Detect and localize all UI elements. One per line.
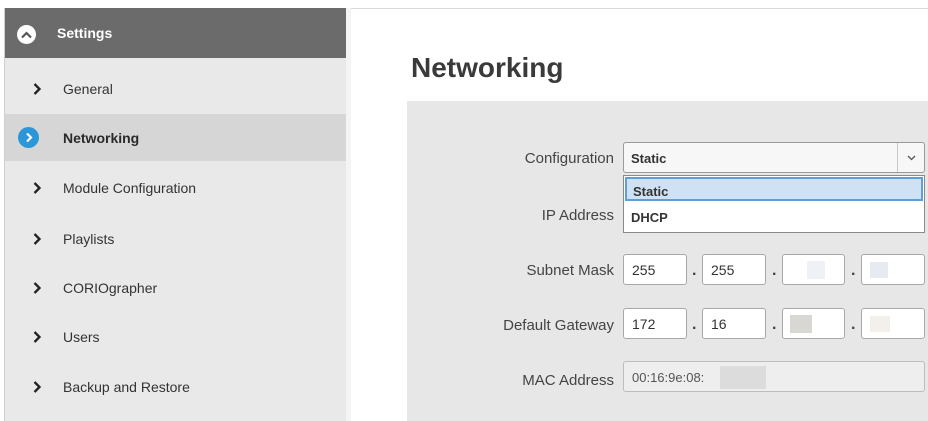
sidebar-item-label: Users	[63, 328, 100, 345]
sidebar-item-module-configuration[interactable]: Module Configuration	[5, 164, 346, 211]
chevron-up-circle-icon	[17, 25, 36, 44]
settings-sidebar: Settings General Networking Module Confi…	[5, 8, 346, 421]
sidebar-item-playlists[interactable]: Playlists	[5, 215, 346, 262]
sidebar-item-label: CORIOgrapher	[63, 279, 158, 296]
top-border	[351, 8, 928, 9]
gateway-octet-3-input[interactable]	[782, 308, 845, 339]
mac-address-label: MAC Address	[522, 372, 614, 389]
gateway-octet-4-input[interactable]	[861, 308, 925, 339]
chevron-right-icon	[31, 232, 43, 246]
sidebar-item-backup-and-restore[interactable]: Backup and Restore	[5, 363, 346, 410]
configuration-select-value: Static	[631, 151, 667, 166]
chevron-right-icon	[31, 281, 43, 295]
sidebar-item-users[interactable]: Users	[5, 313, 346, 360]
default-gateway-label: Default Gateway	[503, 317, 614, 334]
gateway-octet-2-input[interactable]: 16	[702, 308, 766, 339]
chevron-right-circle-icon	[18, 127, 39, 148]
octet-separator: .	[772, 262, 777, 279]
sidebar-item-label: Backup and Restore	[63, 378, 190, 395]
configuration-dropdown-list: Static DHCP	[623, 175, 925, 233]
sidebar-item-coriographer[interactable]: CORIOgrapher	[5, 264, 346, 311]
sidebar-item-label: Networking	[63, 129, 140, 146]
octet-separator: .	[772, 316, 777, 333]
dropdown-option-static[interactable]: Static	[625, 177, 923, 201]
sidebar-item-networking[interactable]: Networking	[5, 114, 346, 161]
chevron-right-icon	[31, 82, 43, 96]
subnet-mask-label: Subnet Mask	[526, 262, 614, 279]
chevron-down-icon[interactable]	[897, 143, 924, 172]
gateway-octet-1-input[interactable]: 172	[623, 308, 687, 339]
configuration-label: Configuration	[524, 150, 614, 167]
configuration-select[interactable]: Static	[623, 142, 925, 173]
subnet-octet-2-input[interactable]: 255	[702, 254, 766, 285]
sidebar-item-general[interactable]: General	[5, 65, 346, 112]
subnet-octet-3-input[interactable]	[782, 254, 845, 285]
subnet-octet-1-input[interactable]: 255	[623, 254, 687, 285]
chevron-right-icon	[31, 181, 43, 195]
octet-separator: .	[692, 262, 697, 279]
settings-header[interactable]: Settings	[5, 8, 346, 58]
dropdown-option-dhcp[interactable]: DHCP	[625, 205, 923, 229]
octet-separator: .	[851, 262, 856, 279]
chevron-right-icon	[31, 380, 43, 394]
sidebar-item-label: Playlists	[63, 230, 115, 247]
sidebar-item-label: Module Configuration	[63, 179, 197, 196]
sidebar-divider	[346, 8, 351, 421]
subnet-octet-4-input[interactable]	[861, 254, 925, 285]
octet-separator: .	[851, 316, 856, 333]
page-title: Networking	[411, 52, 564, 83]
mac-address-field: 00:16:9e:08:	[623, 361, 925, 392]
octet-separator: .	[692, 316, 697, 333]
ip-address-label: IP Address	[541, 207, 614, 224]
settings-title: Settings	[57, 25, 113, 41]
chevron-right-icon	[31, 330, 43, 344]
sidebar-item-label: General	[63, 80, 113, 97]
